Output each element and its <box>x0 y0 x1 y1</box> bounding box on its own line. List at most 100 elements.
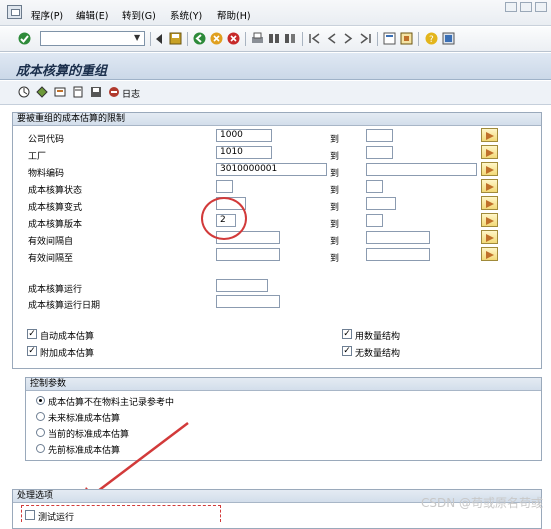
menu-edit[interactable]: 编辑(E) <box>76 8 108 22</box>
multiple-selection-button[interactable] <box>481 230 498 244</box>
multiple-selection-button[interactable] <box>481 247 498 261</box>
auto-costing-checkbox[interactable]: ✓ <box>27 329 37 339</box>
page-title: 成本核算的重组 <box>16 64 108 79</box>
command-field[interactable] <box>40 31 145 46</box>
without-qty-structure-label: 无数量结构 <box>355 349 401 359</box>
with-qty-structure-label: 用数量结构 <box>355 332 401 342</box>
execute-icon[interactable] <box>18 86 30 98</box>
to-label: 到 <box>330 203 340 213</box>
help-icon[interactable]: ? <box>425 32 438 45</box>
plant-from-field[interactable]: 1010 <box>216 146 272 159</box>
company-code-to-field[interactable] <box>366 129 393 142</box>
costing-version-to-field[interactable] <box>366 214 383 227</box>
get-variant-icon[interactable] <box>54 86 66 98</box>
variant-icon[interactable] <box>36 86 48 98</box>
multiple-selection-button[interactable] <box>481 162 498 176</box>
annotation-circle <box>201 197 247 240</box>
annotation-dashed-box <box>21 505 221 522</box>
previous-page-icon[interactable] <box>325 32 338 45</box>
exit-icon[interactable] <box>210 32 223 45</box>
costing-status-to-field[interactable] <box>366 180 383 193</box>
create-session-icon[interactable] <box>383 32 396 45</box>
log-button-label[interactable]: 日志 <box>122 87 140 100</box>
menu-program[interactable]: 程序(P) <box>31 8 63 22</box>
back-icon[interactable] <box>193 32 206 45</box>
toolbar-separator <box>150 32 151 46</box>
to-label: 到 <box>330 169 340 179</box>
to-label: 到 <box>330 254 340 264</box>
with-qty-structure-checkbox[interactable]: ✓ <box>342 329 352 339</box>
without-qty-structure-checkbox[interactable]: ✓ <box>342 346 352 356</box>
save-icon[interactable] <box>169 32 182 45</box>
to-label: 到 <box>330 152 340 162</box>
toolbar-separator <box>418 32 419 46</box>
radio-current-standard[interactable] <box>36 428 45 437</box>
program-doc-icon[interactable] <box>72 86 84 98</box>
material-code-label: 物料编码 <box>28 169 65 179</box>
find-icon[interactable] <box>268 32 281 45</box>
shortcut-icon[interactable] <box>400 32 413 45</box>
costing-run-label: 成本核算运行 <box>28 285 83 295</box>
last-page-icon[interactable] <box>359 32 372 45</box>
control-params-title: 控制参数 <box>26 378 541 391</box>
company-code-from-field[interactable]: 1000 <box>216 129 272 142</box>
menu-help[interactable]: 帮助(H) <box>217 8 251 22</box>
log-icon[interactable] <box>108 86 120 98</box>
valid-to-to-field[interactable] <box>366 248 430 261</box>
costing-variant-to-field[interactable] <box>366 197 396 210</box>
costing-run-date-field[interactable] <box>216 295 280 308</box>
toolbar-separator <box>377 32 378 46</box>
valid-from-label: 有效间隔自 <box>28 237 74 247</box>
maximize-icon[interactable] <box>520 2 532 12</box>
print-icon[interactable] <box>251 32 264 45</box>
save-variant-icon[interactable] <box>90 86 102 98</box>
menu-goto[interactable]: 转到(G) <box>122 8 156 22</box>
svg-text:?: ? <box>429 35 434 45</box>
command-input[interactable] <box>41 32 144 45</box>
costing-run-field[interactable] <box>216 279 268 292</box>
toolbar-separator <box>187 32 188 46</box>
find-next-icon[interactable] <box>284 32 297 45</box>
plant-label: 工厂 <box>28 152 47 162</box>
watermark: CSDN @苟或原名苟彧 <box>420 496 543 510</box>
valid-to-label: 有效间隔至 <box>28 254 74 264</box>
restrictions-group-title: 要被重组的成本估算的限制 <box>13 113 541 126</box>
to-label: 到 <box>330 186 340 196</box>
close-window-icon[interactable] <box>535 2 547 12</box>
auto-costing-label: 自动成本估算 <box>40 332 95 342</box>
costing-version-label: 成本核算版本 <box>28 220 83 230</box>
costing-run-date-label: 成本核算运行日期 <box>28 301 101 311</box>
additive-costing-checkbox[interactable]: ✓ <box>27 346 37 356</box>
multiple-selection-button[interactable] <box>481 213 498 227</box>
collapse-arrow-icon[interactable] <box>154 33 164 45</box>
enter-check-icon[interactable] <box>18 32 31 45</box>
valid-from-to-field[interactable] <box>366 231 430 244</box>
first-page-icon[interactable] <box>308 32 321 45</box>
radio-previous-standard[interactable] <box>36 444 45 453</box>
radio-future-standard[interactable] <box>36 412 45 421</box>
cancel-icon[interactable] <box>227 32 240 45</box>
multiple-selection-button[interactable] <box>481 196 498 210</box>
system-menu-icon[interactable] <box>7 5 22 19</box>
multiple-selection-button[interactable] <box>481 145 498 159</box>
plant-to-field[interactable] <box>366 146 393 159</box>
material-code-from-field[interactable]: 3010000001 <box>216 163 327 176</box>
menu-system[interactable]: 系统(Y) <box>170 8 202 22</box>
costing-status-from-field[interactable] <box>216 180 233 193</box>
material-code-to-field[interactable] <box>366 163 477 176</box>
minimize-icon[interactable] <box>505 2 517 12</box>
costing-status-label: 成本核算状态 <box>28 186 83 196</box>
multiple-selection-button[interactable] <box>481 128 498 142</box>
toolbar-separator <box>302 32 303 46</box>
multiple-selection-button[interactable] <box>481 179 498 193</box>
costing-variant-label: 成本核算变式 <box>28 203 83 213</box>
to-label: 到 <box>330 135 340 145</box>
valid-to-field[interactable] <box>216 248 280 261</box>
command-dropdown-icon[interactable]: ▼ <box>134 33 140 42</box>
layout-menu-icon[interactable] <box>442 32 455 45</box>
next-page-icon[interactable] <box>342 32 355 45</box>
additive-costing-label: 附加成本估算 <box>40 349 95 359</box>
radio-not-in-material-master[interactable] <box>36 396 45 405</box>
menu-bar: 程序(P) 编辑(E) 转到(G) 系统(Y) 帮助(H) <box>0 0 551 26</box>
toolbar-separator <box>245 32 246 46</box>
